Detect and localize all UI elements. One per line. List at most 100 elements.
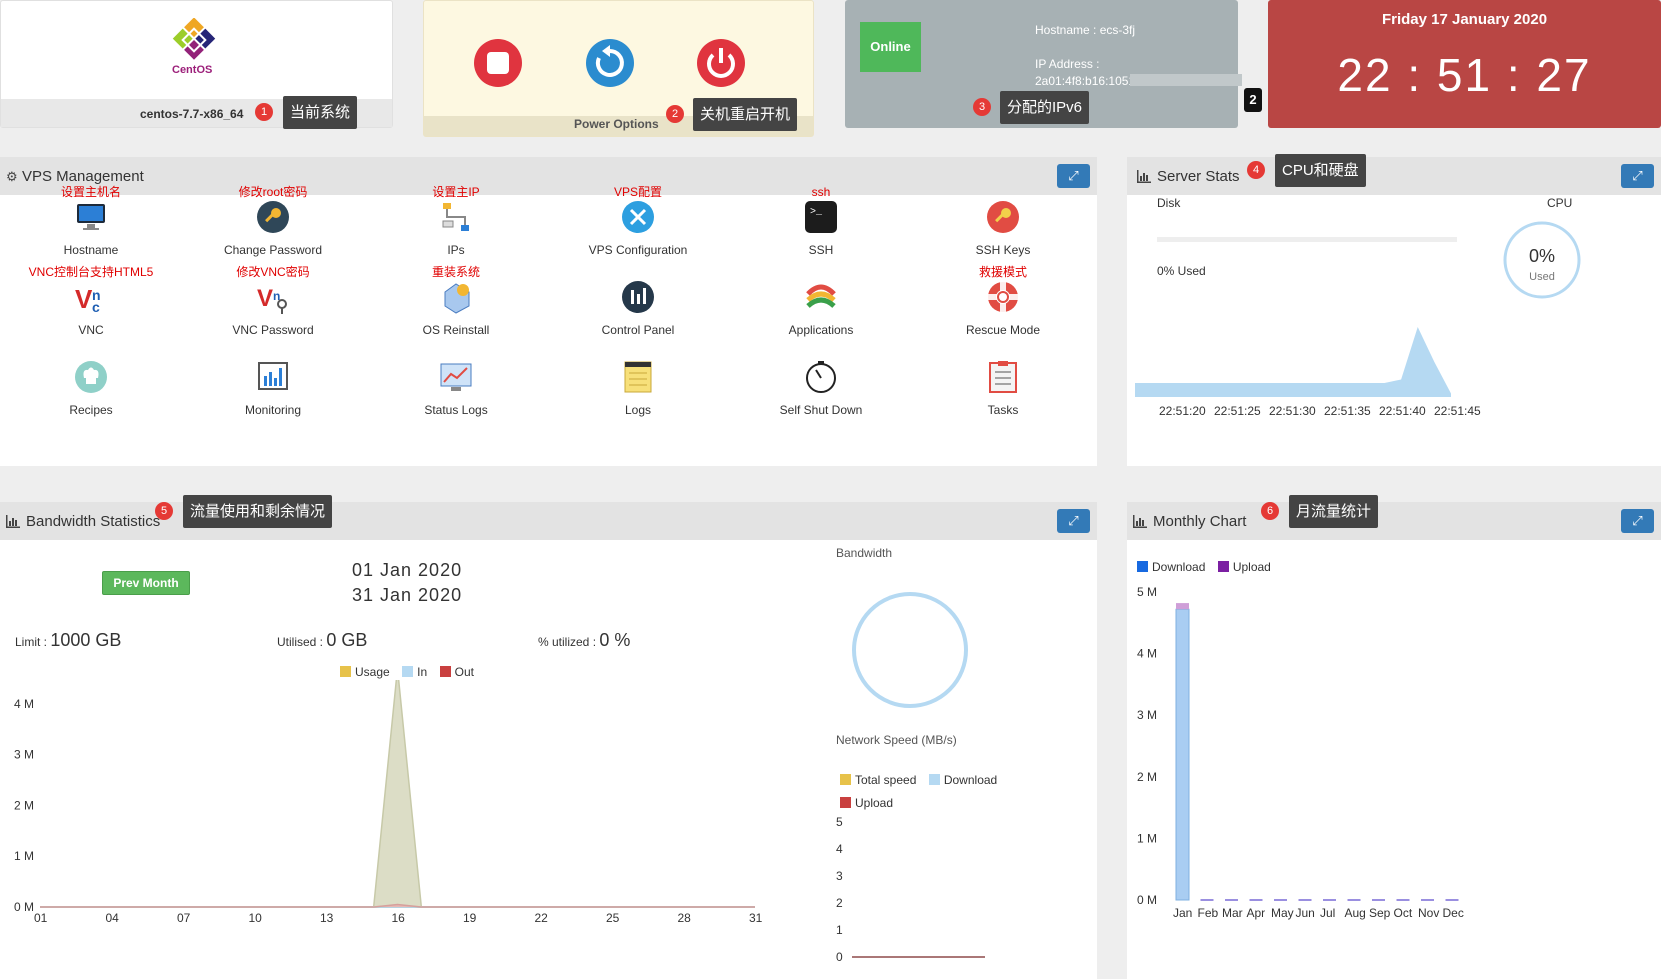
y-tick-label: 2 M bbox=[1137, 770, 1157, 784]
expand-button[interactable]: ⤢ bbox=[1057, 509, 1090, 533]
tile-annotation bbox=[912, 344, 1094, 360]
tile-annotation: 救援模式 bbox=[978, 265, 1027, 279]
ip-address-label: IP Address : bbox=[1035, 57, 1100, 71]
stop-button[interactable] bbox=[473, 38, 523, 88]
month-label: Oct bbox=[1394, 906, 1413, 920]
timer-icon bbox=[806, 361, 836, 393]
ssh-key-icon bbox=[987, 201, 1019, 233]
tile-annotation bbox=[182, 344, 364, 360]
tile-annotation bbox=[730, 264, 912, 280]
bandwidth-chart: 0 M1 M2 M3 M4 M5 M0104071013161922252831 bbox=[14, 680, 763, 925]
tile-label: Hostname bbox=[63, 243, 119, 257]
tile-vnc-password[interactable]: 修改VNC密码 Vn VNC Password bbox=[182, 264, 364, 337]
panel-header: Server Stats ⤢ bbox=[1127, 157, 1661, 195]
tile-hostname[interactable]: 设置主机名 Hostname bbox=[0, 184, 182, 257]
tile-annotation: 设置主IP bbox=[432, 185, 480, 199]
panel-title: VPS Management bbox=[22, 168, 144, 185]
y-tick-label: 2 bbox=[836, 896, 843, 910]
hostname-text: Hostname : ecs-3fj bbox=[1035, 23, 1136, 37]
month-label: Dec bbox=[1443, 906, 1464, 920]
tile-annotation bbox=[365, 344, 547, 360]
cpu-area bbox=[1135, 327, 1451, 397]
tile-label: Rescue Mode bbox=[965, 323, 1041, 337]
legend-upload: Upload bbox=[840, 796, 893, 810]
tile-annotation bbox=[912, 184, 1094, 200]
tile-rescue-mode[interactable]: 救援模式 Rescue Mode bbox=[912, 264, 1094, 337]
download-bar bbox=[1175, 608, 1190, 901]
annotation-callout-ipv6: 分配的IPv6 bbox=[1000, 91, 1090, 124]
tile-self-shut-down[interactable]: Self Shut Down bbox=[730, 344, 912, 417]
month-label: Aug bbox=[1345, 906, 1366, 920]
tile-applications[interactable]: Applications bbox=[730, 264, 912, 337]
tile-ssh[interactable]: ssh >_ SSH bbox=[730, 184, 912, 257]
tasks-icon bbox=[989, 361, 1017, 393]
annotation-badge-4: 4 bbox=[1247, 161, 1265, 179]
x-tick-label: 31 bbox=[749, 911, 763, 925]
disk-used-text: 0% Used bbox=[1157, 264, 1206, 278]
restart-button[interactable] bbox=[585, 38, 635, 88]
y-tick-label: 0 bbox=[836, 950, 843, 964]
tile-status-logs[interactable]: Status Logs bbox=[365, 344, 547, 417]
legend-in: In bbox=[402, 665, 427, 679]
prev-month-button[interactable]: Prev Month bbox=[102, 571, 190, 595]
legend-total-speed: Total speed bbox=[840, 773, 916, 787]
tile-os-reinstall[interactable]: 重装系统 OS Reinstall bbox=[365, 264, 547, 337]
month-label: Jul bbox=[1320, 906, 1335, 920]
time-tick: 22:51:30 bbox=[1269, 404, 1316, 418]
y-tick-label: 1 M bbox=[14, 849, 34, 863]
tile-vnc[interactable]: VNC控制台支持HTML5 Vn c VNC bbox=[0, 264, 182, 337]
tile-change-password[interactable]: 修改root密码 Change Password bbox=[182, 184, 364, 257]
y-tick-label: 5 bbox=[836, 815, 843, 829]
x-tick-label: 28 bbox=[678, 911, 692, 925]
bar-chart-icon bbox=[6, 515, 20, 528]
month-label: May bbox=[1271, 906, 1294, 920]
y-tick-label: 3 bbox=[836, 869, 843, 883]
server-stats-panel: Server Stats ⤢ Disk 0% Used CPU 0% Used … bbox=[1127, 154, 1661, 466]
annotation-badge-3: 3 bbox=[973, 98, 991, 116]
annotation-callout-monthly: 月流量统计 bbox=[1289, 495, 1379, 528]
limit-label: Limit : bbox=[15, 635, 48, 649]
bandwidth-gauge bbox=[852, 592, 968, 708]
disk-progress-bar bbox=[1157, 237, 1457, 242]
terminal-icon: >_ bbox=[805, 201, 837, 233]
power-on-button[interactable] bbox=[696, 38, 746, 88]
annotation-badge-6: 6 bbox=[1261, 502, 1279, 520]
month-label: Feb bbox=[1198, 906, 1219, 920]
percent-utilized-label: % utilized : bbox=[538, 635, 597, 649]
tile-annotation: 重装系统 bbox=[431, 265, 480, 279]
tile-label: Recipes bbox=[69, 403, 113, 417]
time-tick: 22:51:20 bbox=[1159, 404, 1206, 418]
tile-ssh-keys[interactable]: SSH Keys bbox=[912, 184, 1094, 257]
tile-tasks[interactable]: Tasks bbox=[912, 344, 1094, 417]
tile-label: VNC bbox=[78, 323, 104, 337]
utilised-stat: Utilised : 0 GB bbox=[277, 630, 367, 651]
disk-label: Disk bbox=[1157, 196, 1181, 210]
time-tick: 22:51:40 bbox=[1379, 404, 1426, 418]
tile-monitoring[interactable]: Monitoring bbox=[182, 344, 364, 417]
tile-label: SSH bbox=[808, 243, 834, 257]
y-tick-label: 4 bbox=[836, 842, 843, 856]
tile-label: OS Reinstall bbox=[422, 323, 490, 337]
limit-value: 1000 GB bbox=[50, 630, 122, 650]
expand-button[interactable]: ⤢ bbox=[1621, 509, 1654, 533]
tile-annotation: 设置主机名 bbox=[60, 185, 121, 199]
svg-text:V: V bbox=[257, 285, 273, 312]
legend-upload: Upload bbox=[1217, 560, 1271, 574]
x-tick-label: 19 bbox=[463, 911, 477, 925]
tile-logs[interactable]: Logs bbox=[547, 344, 729, 417]
date-text: Friday 17 January 2020 bbox=[1381, 11, 1548, 28]
tile-label: Status Logs bbox=[424, 403, 488, 417]
centos-logo-text: CentOS bbox=[172, 64, 213, 76]
clock-text: 22 : 51 : 27 bbox=[1337, 49, 1592, 101]
tile-vps-configuration[interactable]: VPS配置 VPS Configuration bbox=[547, 184, 729, 257]
notepad-icon bbox=[624, 361, 652, 393]
tile-control-panel[interactable]: Control Panel bbox=[547, 264, 729, 337]
centos-logo-icon bbox=[172, 18, 216, 60]
speed-legend: Total speed Download bbox=[840, 771, 1005, 789]
tile-recipes[interactable]: Recipes bbox=[0, 344, 182, 417]
date-to: 31 Jan 2020 bbox=[352, 585, 463, 605]
tile-annotation: 修改VNC密码 bbox=[236, 265, 310, 279]
expand-button[interactable]: ⤢ bbox=[1621, 164, 1654, 188]
tile-label: SSH Keys bbox=[975, 243, 1031, 257]
tile-ips[interactable]: 设置主IP IPs bbox=[365, 184, 547, 257]
